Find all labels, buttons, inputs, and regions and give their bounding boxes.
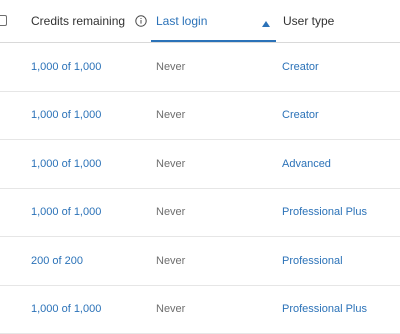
last-login-cell: Never xyxy=(156,92,185,140)
user-type-header-label: User type xyxy=(283,14,334,28)
last-login-cell: Never xyxy=(156,140,185,188)
credits-header-label: Credits remaining xyxy=(31,14,125,28)
user-type-link[interactable]: Professional Plus xyxy=(282,189,367,237)
last-login-cell: Never xyxy=(156,189,185,237)
column-header-user-type[interactable]: User type xyxy=(283,0,400,42)
last-login-cell: Never xyxy=(156,237,185,285)
user-type-link[interactable]: Advanced xyxy=(282,140,331,188)
credits-cell: 1,000 of 1,000 xyxy=(31,140,101,188)
last-login-cell: Never xyxy=(156,286,185,334)
table-header: Credits remaining Last login User type xyxy=(0,0,400,43)
column-header-credits[interactable]: Credits remaining xyxy=(31,0,146,42)
column-header-last-login[interactable]: Last login xyxy=(151,0,276,42)
info-button[interactable] xyxy=(133,0,149,42)
table-row[interactable]: 1,000 of 1,000 Never Professional Plus xyxy=(0,286,400,334)
last-login-cell: Never xyxy=(156,43,185,91)
user-type-link[interactable]: Professional Plus xyxy=(282,286,367,334)
credits-cell: 1,000 of 1,000 xyxy=(31,43,101,91)
column-chooser-icon xyxy=(0,15,7,26)
table-row[interactable]: 1,000 of 1,000 Never Creator xyxy=(0,92,400,141)
column-settings[interactable] xyxy=(0,0,12,42)
user-type-link[interactable]: Professional xyxy=(282,237,343,285)
table-row[interactable]: 200 of 200 Never Professional xyxy=(0,237,400,286)
table-row[interactable]: 1,000 of 1,000 Never Creator xyxy=(0,43,400,92)
active-sort-underline xyxy=(151,40,276,42)
user-type-link[interactable]: Creator xyxy=(282,43,319,91)
credits-cell: 200 of 200 xyxy=(31,237,83,285)
credits-cell: 1,000 of 1,000 xyxy=(31,286,101,334)
users-table: Credits remaining Last login User type 1… xyxy=(0,0,400,328)
credits-cell: 1,000 of 1,000 xyxy=(31,189,101,237)
sort-ascending-icon[interactable] xyxy=(262,21,270,27)
credits-cell: 1,000 of 1,000 xyxy=(31,92,101,140)
user-type-link[interactable]: Creator xyxy=(282,92,319,140)
table-body: 1,000 of 1,000NeverCreator1,000 of 1,000… xyxy=(0,43,400,334)
info-icon xyxy=(135,15,147,27)
table-row[interactable]: 1,000 of 1,000 Never Professional Plus xyxy=(0,189,400,238)
last-login-header-label: Last login xyxy=(156,14,207,28)
table-row[interactable]: 1,000 of 1,000 Never Advanced xyxy=(0,140,400,189)
